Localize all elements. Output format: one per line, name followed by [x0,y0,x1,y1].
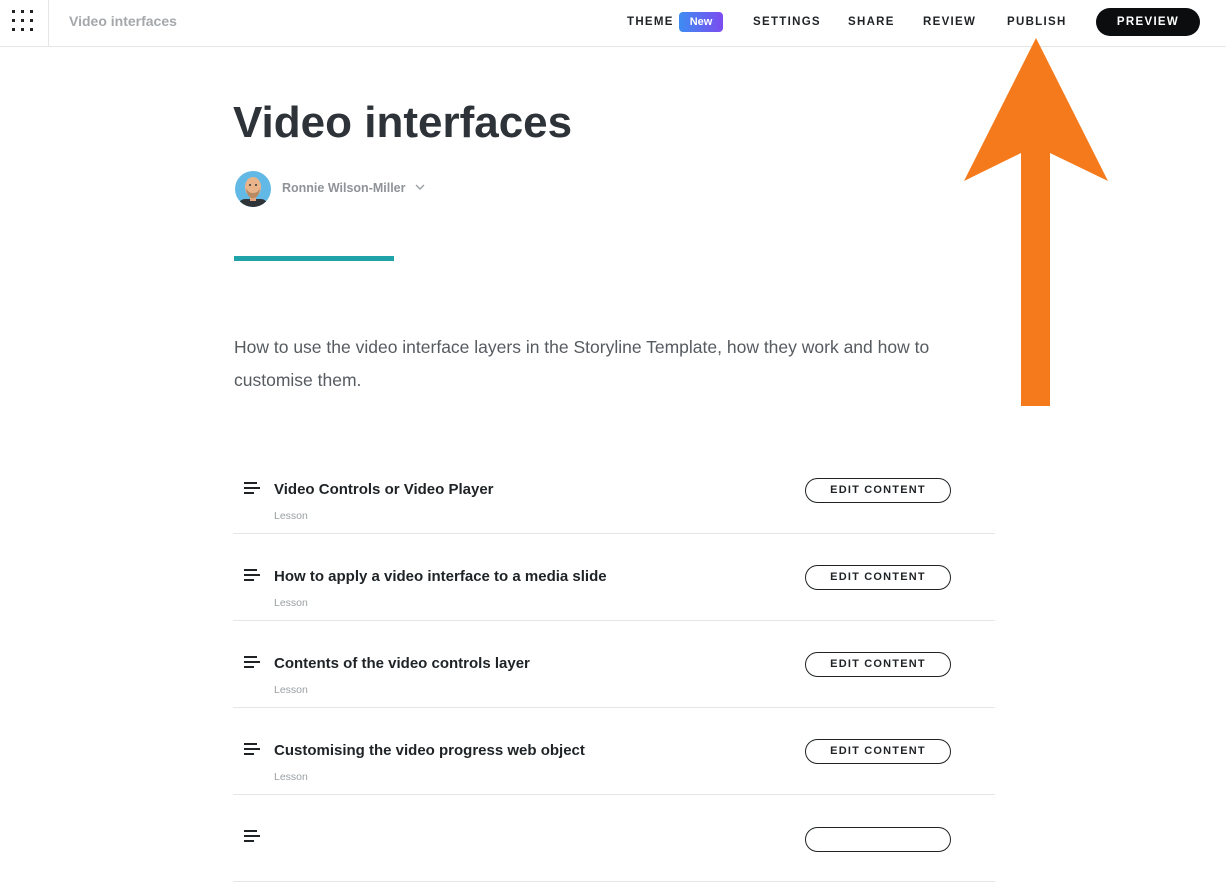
preview-button[interactable]: PREVIEW [1096,8,1200,36]
course-title-breadcrumb: Video interfaces [69,13,177,29]
avatar [235,171,271,207]
theme-button[interactable]: THEME [627,16,674,28]
share-button[interactable]: SHARE [848,16,895,28]
top-bar: Video interfaces THEME New SETTINGS SHAR… [0,0,1226,47]
grid-menu-icon [12,10,33,31]
text-lines-icon [244,830,260,842]
lesson-title[interactable]: Contents of the video controls layer [274,655,530,672]
lesson-row[interactable]: Video Controls or Video Player Lesson ED… [233,447,995,534]
lesson-row[interactable]: How to apply a video interface to a medi… [233,534,995,621]
edit-content-button[interactable]: EDIT CONTENT [805,652,951,677]
lesson-type-label: Lesson [274,771,308,783]
edit-content-button[interactable]: EDIT CONTENT [805,565,951,590]
lesson-title[interactable]: Video Controls or Video Player [274,481,494,498]
publish-button[interactable]: PUBLISH [1007,16,1067,28]
author-name[interactable]: Ronnie Wilson-Miller [282,181,406,195]
lesson-type-label: Lesson [274,597,308,609]
course-description: How to use the video interface layers in… [234,337,930,390]
lesson-row[interactable] [233,795,995,882]
text-lines-icon [244,656,260,668]
lesson-row[interactable]: Contents of the video controls layer Les… [233,621,995,708]
edit-content-button[interactable]: EDIT CONTENT [805,478,951,503]
text-lines-icon [244,569,260,581]
lesson-title[interactable]: Customising the video progress web objec… [274,742,585,759]
lesson-title[interactable]: How to apply a video interface to a medi… [274,568,607,585]
lesson-row[interactable]: Customising the video progress web objec… [233,708,995,795]
accent-divider [234,256,394,261]
text-lines-icon [244,743,260,755]
settings-button[interactable]: SETTINGS [753,16,821,28]
new-badge: New [679,12,723,32]
lesson-list: Video Controls or Video Player Lesson ED… [233,447,995,882]
edit-content-button[interactable] [805,827,951,852]
text-lines-icon [244,482,260,494]
app-menu-button[interactable] [0,0,49,46]
lesson-type-label: Lesson [274,684,308,696]
review-button[interactable]: REVIEW [923,16,976,28]
lesson-type-label: Lesson [274,510,308,522]
page-title: Video interfaces [233,98,573,147]
chevron-down-icon[interactable] [415,183,425,191]
edit-content-button[interactable]: EDIT CONTENT [805,739,951,764]
